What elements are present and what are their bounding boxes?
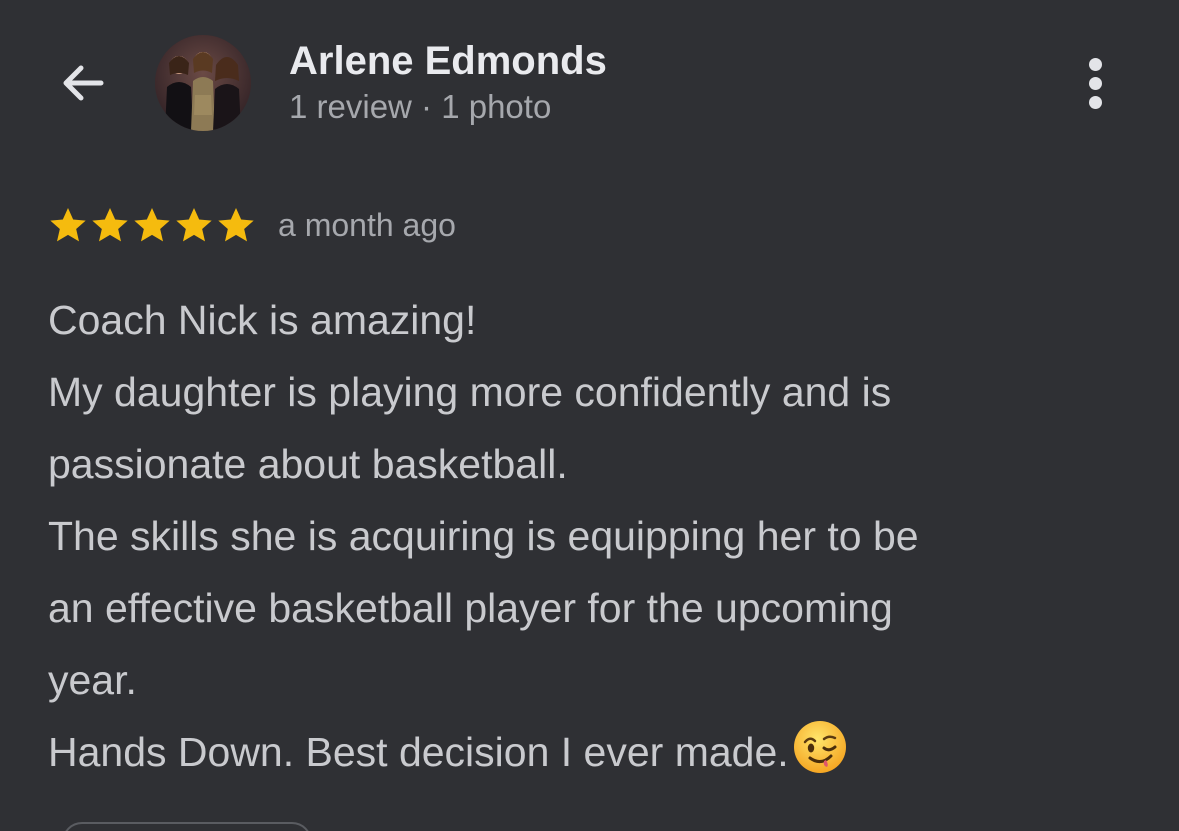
arrow-left-icon — [63, 65, 104, 101]
back-button[interactable] — [52, 52, 114, 114]
review-time: a month ago — [278, 206, 456, 243]
review-line: an effective basketball player for the u… — [48, 585, 893, 631]
review-line: The skills she is acquiring is equipping… — [48, 513, 919, 559]
more-vertical-icon-dot — [1088, 76, 1102, 90]
star-icon — [218, 208, 254, 242]
more-vertical-icon-dot — [1088, 95, 1102, 109]
review-text: Coach Nick is amazing! My daughter is pl… — [48, 284, 1148, 788]
star-rating — [48, 205, 256, 245]
review-line: Hands Down. Best decision I ever made. — [48, 729, 789, 775]
winking-face-emoji — [793, 721, 846, 773]
star-icon — [134, 208, 170, 242]
reviewer-meta: 1 review · 1 photo — [289, 88, 552, 125]
star-icon — [92, 208, 128, 242]
review-screen: Arlene Edmonds 1 review · 1 photo a mont… — [0, 0, 1179, 831]
review-line: year. — [48, 657, 137, 703]
rating-row: a month ago — [48, 203, 456, 247]
avatar-photo — [155, 35, 251, 131]
review-line: Coach Nick is amazing! — [48, 297, 477, 343]
bottom-chip[interactable] — [62, 822, 312, 831]
star-icon — [50, 208, 86, 242]
avatar[interactable] — [155, 35, 251, 131]
review-line: My daughter is playing more confidently … — [48, 369, 892, 415]
star-icon — [176, 208, 212, 242]
more-options-button[interactable] — [1070, 52, 1120, 114]
more-vertical-icon-dot — [1088, 57, 1102, 71]
review-line-last: Hands Down. Best decision I ever made. — [48, 716, 1148, 788]
reviewer-name[interactable]: Arlene Edmonds — [289, 38, 607, 84]
review-line: passionate about basketball. — [48, 441, 568, 487]
